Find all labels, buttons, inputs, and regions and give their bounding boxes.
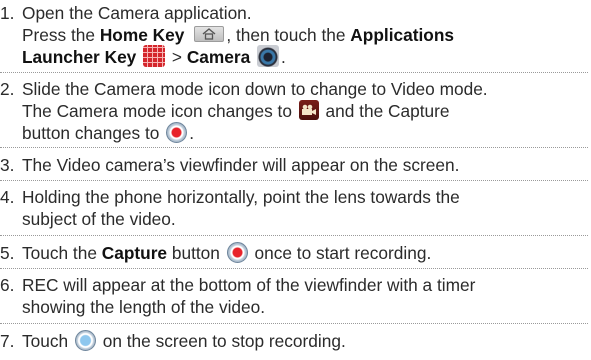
- step-text-line: Touch the Capture button once to start r…: [22, 241, 588, 264]
- step-number: 3.: [0, 155, 15, 175]
- divider: [0, 147, 588, 148]
- step-text-line: Touch on the screen to stop recording.: [22, 329, 588, 352]
- step-text: Open the Camera application.: [22, 3, 252, 23]
- text-run: Press the: [22, 25, 100, 45]
- applications-label: Applications: [350, 25, 454, 45]
- text-run: and the Capture: [320, 101, 450, 121]
- step-5: 5. Touch the Capture button once to star…: [0, 241, 588, 264]
- step-text-line: Launcher Key > Camera .: [22, 45, 286, 68]
- divider: [0, 180, 588, 181]
- video-camera-mode-icon: [298, 100, 319, 121]
- capture-label: Capture: [101, 243, 168, 263]
- step-number: 1.: [0, 3, 15, 23]
- step-3: 3. The Video camera’s viewfinder will ap…: [0, 154, 588, 176]
- step-text-line: button changes to .: [22, 121, 588, 144]
- text-run: button: [167, 243, 225, 263]
- text-run: The Camera mode icon changes to: [22, 101, 297, 121]
- step-number: 7.: [0, 331, 15, 351]
- step-4: 4. Holding the phone horizontally, point…: [0, 186, 588, 230]
- step-number: 6.: [0, 275, 15, 295]
- launcher-key-label: Launcher Key: [22, 47, 137, 67]
- step-number: 2.: [0, 79, 15, 99]
- divider: [0, 323, 588, 324]
- step-text-line: Press the Home Key , then touch the Appli…: [22, 24, 588, 46]
- divider: [0, 72, 588, 73]
- applications-launcher-icon: [143, 45, 166, 68]
- step-number: 4.: [0, 187, 15, 207]
- manual-page: 1. Open the Camera application. Press th…: [0, 0, 591, 360]
- step-text: Holding the phone horizontally, point th…: [22, 187, 460, 207]
- text-run: button changes to: [22, 123, 165, 143]
- step-6: 6. REC will appear at the bottom of the …: [0, 274, 588, 318]
- step-text: REC will appear at the bottom of the vie…: [22, 275, 476, 295]
- step-text: The Video camera’s viewfinder will appea…: [22, 155, 460, 175]
- step-number: 5.: [0, 243, 15, 263]
- step-1: 1. Open the Camera application. Press th…: [0, 2, 588, 68]
- step-text: Slide the Camera mode icon down to chang…: [22, 79, 488, 99]
- record-button-icon: [226, 241, 248, 263]
- home-key-label: Home Key: [99, 25, 185, 45]
- text-run: on the screen to stop recording.: [97, 331, 346, 351]
- text-run: >: [167, 47, 187, 67]
- text-run: Touch the: [22, 243, 102, 263]
- record-button-icon: [166, 121, 188, 143]
- camera-app-icon: [257, 45, 280, 68]
- divider: [0, 268, 588, 269]
- text-run: .: [189, 123, 195, 143]
- step-text-line: The Camera mode icon changes to and the …: [22, 100, 588, 122]
- step-text: showing the length of the video.: [22, 297, 266, 317]
- text-run: Touch: [22, 331, 73, 351]
- stop-record-button-icon: [74, 329, 96, 351]
- home-key-icon: [194, 26, 225, 43]
- step-7: 7. Touch on the screen to stop recording…: [0, 329, 588, 352]
- text-run: once to start recording.: [249, 243, 432, 263]
- text-run: , then touch the: [226, 25, 351, 45]
- step-2: 2. Slide the Camera mode icon down to ch…: [0, 78, 588, 144]
- camera-label: Camera: [186, 47, 251, 67]
- divider: [0, 235, 588, 236]
- step-text: subject of the video.: [22, 209, 176, 229]
